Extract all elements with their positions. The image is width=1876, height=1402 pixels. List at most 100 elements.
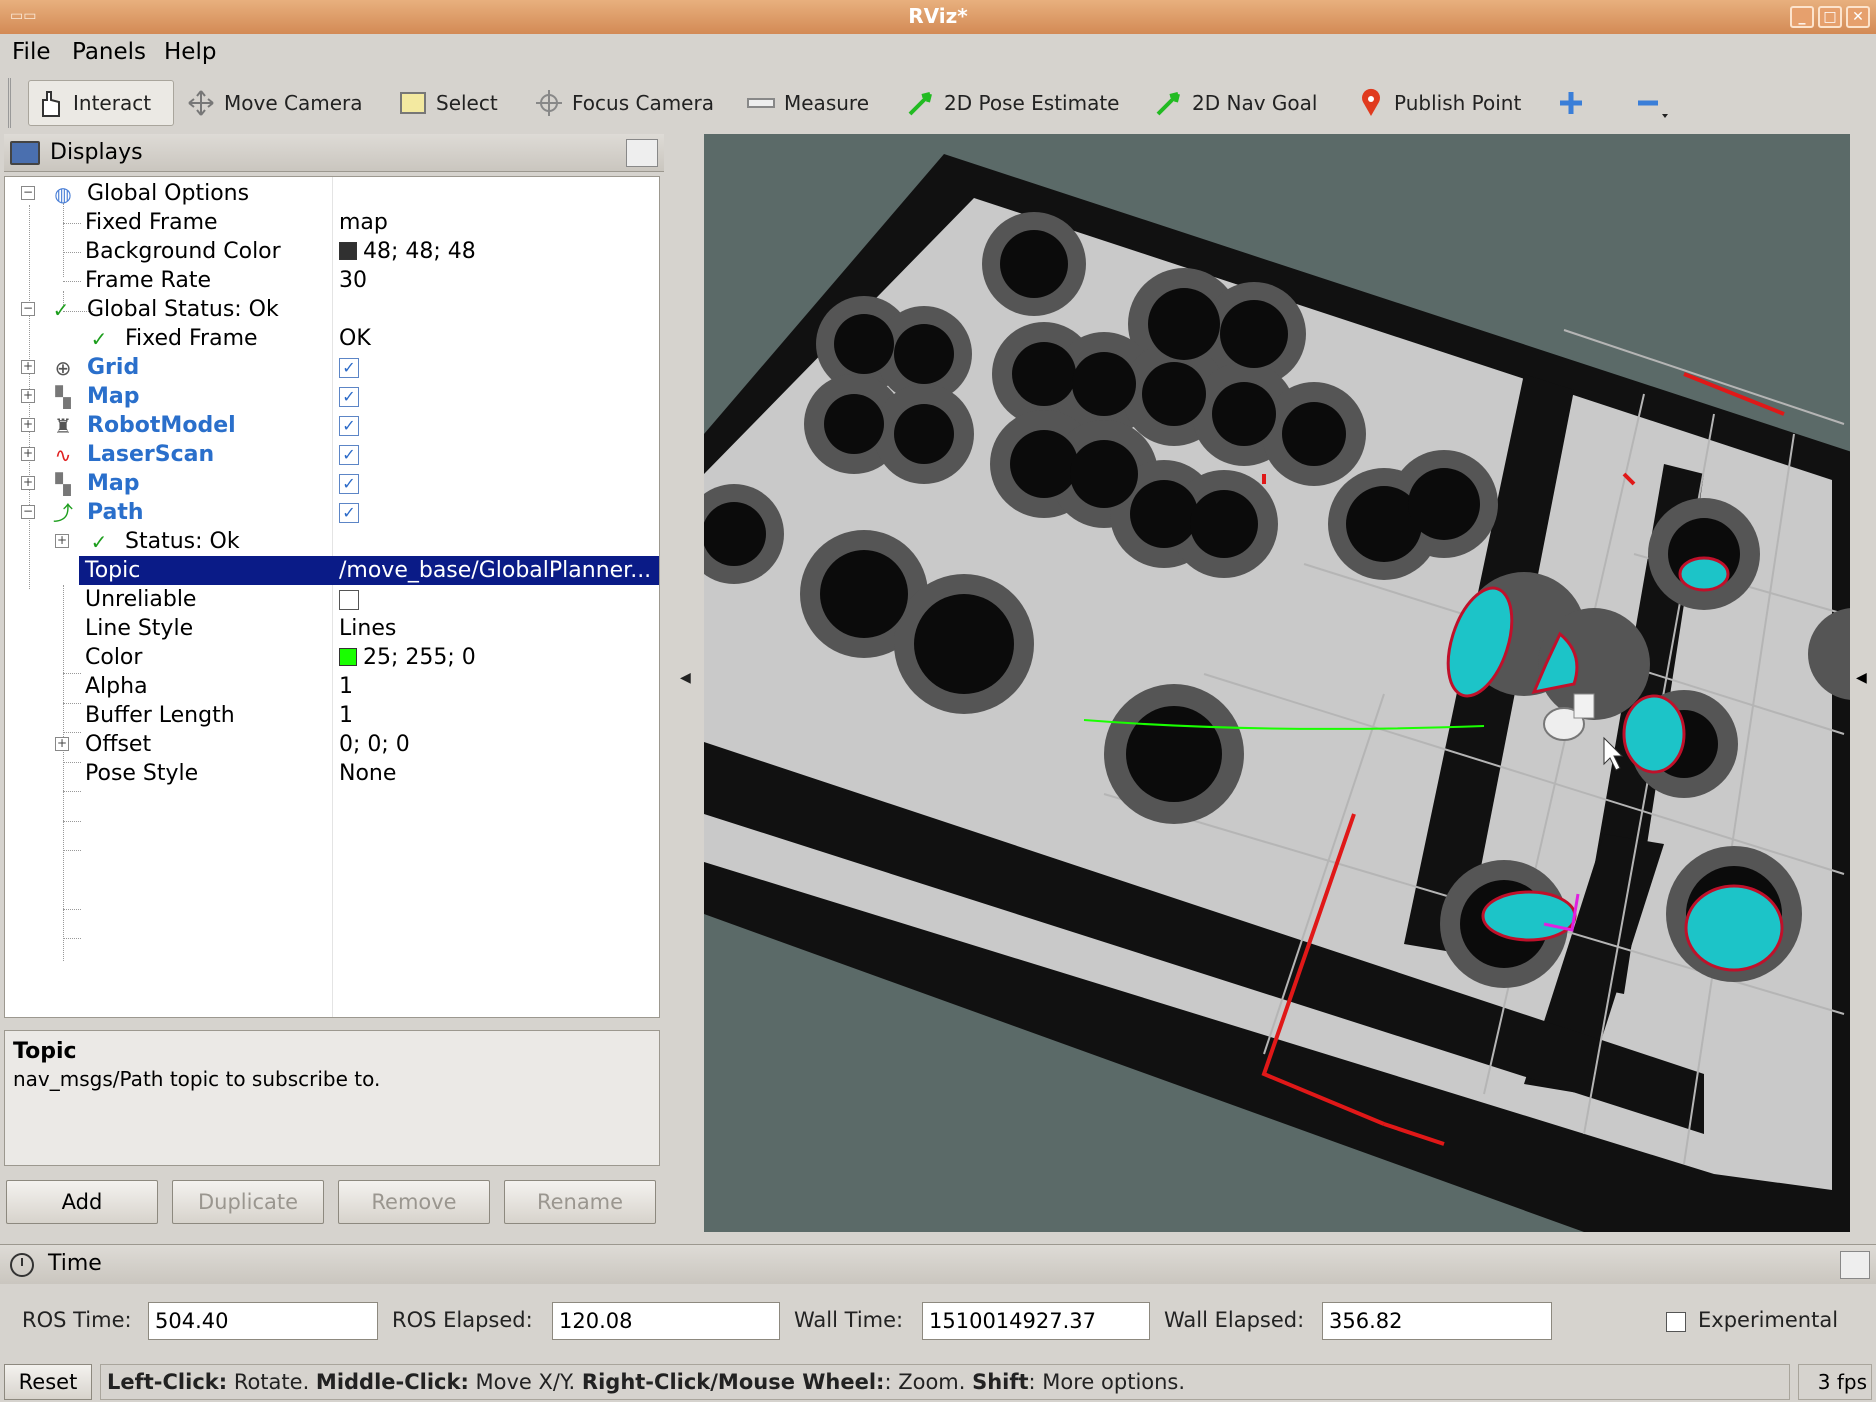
collapse-left-icon[interactable]: ◀ xyxy=(680,670,691,686)
collapse-icon[interactable]: − xyxy=(21,505,35,519)
color-label: Color xyxy=(85,645,143,670)
fixed-frame-value[interactable]: map xyxy=(339,210,388,235)
tree-row-global-status[interactable]: − ✓ Global Status: Ok xyxy=(5,295,659,324)
tree-row-laser-scan[interactable]: + ∿ LaserScan ✓ xyxy=(5,440,659,469)
green-arrow-icon xyxy=(1154,88,1184,118)
menu-help[interactable]: Help xyxy=(164,39,216,65)
tree-row-map-2[interactable]: + ▚ Map ✓ xyxy=(5,469,659,498)
ros-elapsed-field[interactable]: 120.08 xyxy=(552,1302,780,1340)
tree-row-status-fixed-frame[interactable]: ✓ Fixed Frame OK xyxy=(5,324,659,353)
tree-row-background-color[interactable]: Background Color 48; 48; 48 xyxy=(5,237,659,266)
pose-estimate-label: 2D Pose Estimate xyxy=(944,91,1120,115)
render-viewport[interactable] xyxy=(704,134,1850,1232)
frame-rate-value[interactable]: 30 xyxy=(339,268,367,293)
select-tool[interactable]: Select xyxy=(392,80,504,126)
reset-button[interactable]: Reset xyxy=(4,1364,92,1400)
color-text: 25; 255; 0 xyxy=(363,645,476,670)
move-arrows-icon xyxy=(186,88,216,118)
line-style-value[interactable]: Lines xyxy=(339,616,396,641)
remove-tool-button[interactable] xyxy=(1624,80,1674,126)
crosshair-icon xyxy=(534,88,564,118)
expand-icon[interactable]: + xyxy=(55,737,69,751)
map-2-enabled-checkbox[interactable]: ✓ xyxy=(339,474,359,494)
left-splitter[interactable]: ◀ xyxy=(668,134,704,1234)
expand-icon[interactable]: + xyxy=(21,476,35,490)
expand-icon[interactable]: + xyxy=(21,389,35,403)
global-options-label: Global Options xyxy=(87,181,250,206)
collapse-icon[interactable]: − xyxy=(21,186,35,200)
tree-row-grid[interactable]: + ⊕ Grid ✓ xyxy=(5,353,659,382)
color-swatch xyxy=(339,242,357,260)
experimental-checkbox[interactable] xyxy=(1666,1312,1686,1332)
focus-camera-tool[interactable]: Focus Camera xyxy=(528,80,720,126)
close-button[interactable]: ✕ xyxy=(1846,6,1870,28)
tree-row-robot-model[interactable]: + ♜ RobotModel ✓ xyxy=(5,411,659,440)
tree-row-frame-rate[interactable]: Frame Rate 30 xyxy=(5,266,659,295)
right-splitter[interactable]: ◀ xyxy=(1850,134,1876,1232)
minimize-button[interactable]: _ xyxy=(1790,6,1814,28)
topic-value[interactable]: /move_base/GlobalPlanner... xyxy=(339,558,651,583)
pose-estimate-tool[interactable]: 2D Pose Estimate xyxy=(900,80,1126,126)
color-value[interactable]: 25; 255; 0 xyxy=(339,645,476,670)
robot-model-enabled-checkbox[interactable]: ✓ xyxy=(339,416,359,436)
tree-row-pose-style[interactable]: Pose Style None xyxy=(5,759,659,788)
expand-icon[interactable]: + xyxy=(21,418,35,432)
undock-button[interactable] xyxy=(1840,1251,1870,1279)
tree-row-line-style[interactable]: Line Style Lines xyxy=(5,614,659,643)
add-tool-button[interactable] xyxy=(1550,80,1600,126)
description-title: Topic xyxy=(13,1039,77,1064)
toolbar-grip[interactable] xyxy=(8,78,18,128)
grid-enabled-checkbox[interactable]: ✓ xyxy=(339,358,359,378)
pose-style-value[interactable]: None xyxy=(339,761,396,786)
collapse-icon[interactable]: − xyxy=(21,302,35,316)
remove-button[interactable]: Remove xyxy=(338,1180,490,1224)
unreliable-label: Unreliable xyxy=(85,587,197,612)
tree-row-unreliable[interactable]: Unreliable xyxy=(5,585,659,614)
background-color-value[interactable]: 48; 48; 48 xyxy=(339,239,476,264)
path-label: Path xyxy=(87,500,144,525)
offset-value[interactable]: 0; 0; 0 xyxy=(339,732,410,757)
time-title: Time xyxy=(48,1251,102,1276)
add-button[interactable]: Add xyxy=(6,1180,158,1224)
property-description: Topic nav_msgs/Path topic to subscribe t… xyxy=(4,1030,660,1166)
tree-row-color[interactable]: Color 25; 255; 0 xyxy=(5,643,659,672)
nav-goal-tool[interactable]: 2D Nav Goal xyxy=(1148,80,1323,126)
expand-icon[interactable]: + xyxy=(21,447,35,461)
interact-tool[interactable]: Interact xyxy=(28,80,174,126)
unreliable-checkbox[interactable] xyxy=(339,590,359,610)
wall-elapsed-field[interactable]: 356.82 xyxy=(1322,1302,1552,1340)
tree-row-path[interactable]: − ⤴ Path ✓ xyxy=(5,498,659,527)
tree-row-fixed-frame[interactable]: Fixed Frame map xyxy=(5,208,659,237)
laser-scan-enabled-checkbox[interactable]: ✓ xyxy=(339,445,359,465)
displays-tree[interactable]: − ◍ Global Options Fixed Frame map Backg… xyxy=(4,176,660,1018)
expand-icon[interactable]: + xyxy=(21,360,35,374)
buffer-length-value[interactable]: 1 xyxy=(339,703,353,728)
expand-icon[interactable]: + xyxy=(55,534,69,548)
path-enabled-checkbox[interactable]: ✓ xyxy=(339,503,359,523)
middle-click-key: Middle-Click: xyxy=(315,1370,469,1394)
buffer-length-label: Buffer Length xyxy=(85,703,235,728)
maximize-button[interactable]: □ xyxy=(1818,6,1842,28)
collapse-right-icon[interactable]: ◀ xyxy=(1856,670,1867,686)
tree-row-path-status[interactable]: + ✓ Status: Ok xyxy=(5,527,659,556)
tree-row-buffer-length[interactable]: Buffer Length 1 xyxy=(5,701,659,730)
publish-point-tool[interactable]: Publish Point xyxy=(1350,80,1527,126)
alpha-value[interactable]: 1 xyxy=(339,674,353,699)
duplicate-button[interactable]: Duplicate xyxy=(172,1180,324,1224)
tree-row-global-options[interactable]: − ◍ Global Options xyxy=(5,179,659,208)
ros-time-field[interactable]: 504.40 xyxy=(148,1302,378,1340)
undock-button[interactable] xyxy=(626,139,658,167)
rename-button[interactable]: Rename xyxy=(504,1180,656,1224)
map-enabled-checkbox[interactable]: ✓ xyxy=(339,387,359,407)
move-camera-tool[interactable]: Move Camera xyxy=(180,80,368,126)
tree-row-map[interactable]: + ▚ Map ✓ xyxy=(5,382,659,411)
menu-panels[interactable]: Panels xyxy=(72,39,146,65)
map-icon: ▚ xyxy=(55,385,71,409)
tree-row-alpha[interactable]: Alpha 1 xyxy=(5,672,659,701)
tree-row-topic[interactable]: Topic /move_base/GlobalPlanner... xyxy=(5,556,659,585)
wall-time-field[interactable]: 1510014927.37 xyxy=(922,1302,1150,1340)
tree-row-offset[interactable]: + Offset 0; 0; 0 xyxy=(5,730,659,759)
measure-tool[interactable]: Measure xyxy=(740,80,875,126)
menu-file[interactable]: File xyxy=(12,39,51,65)
map-2-label: Map xyxy=(87,471,140,496)
